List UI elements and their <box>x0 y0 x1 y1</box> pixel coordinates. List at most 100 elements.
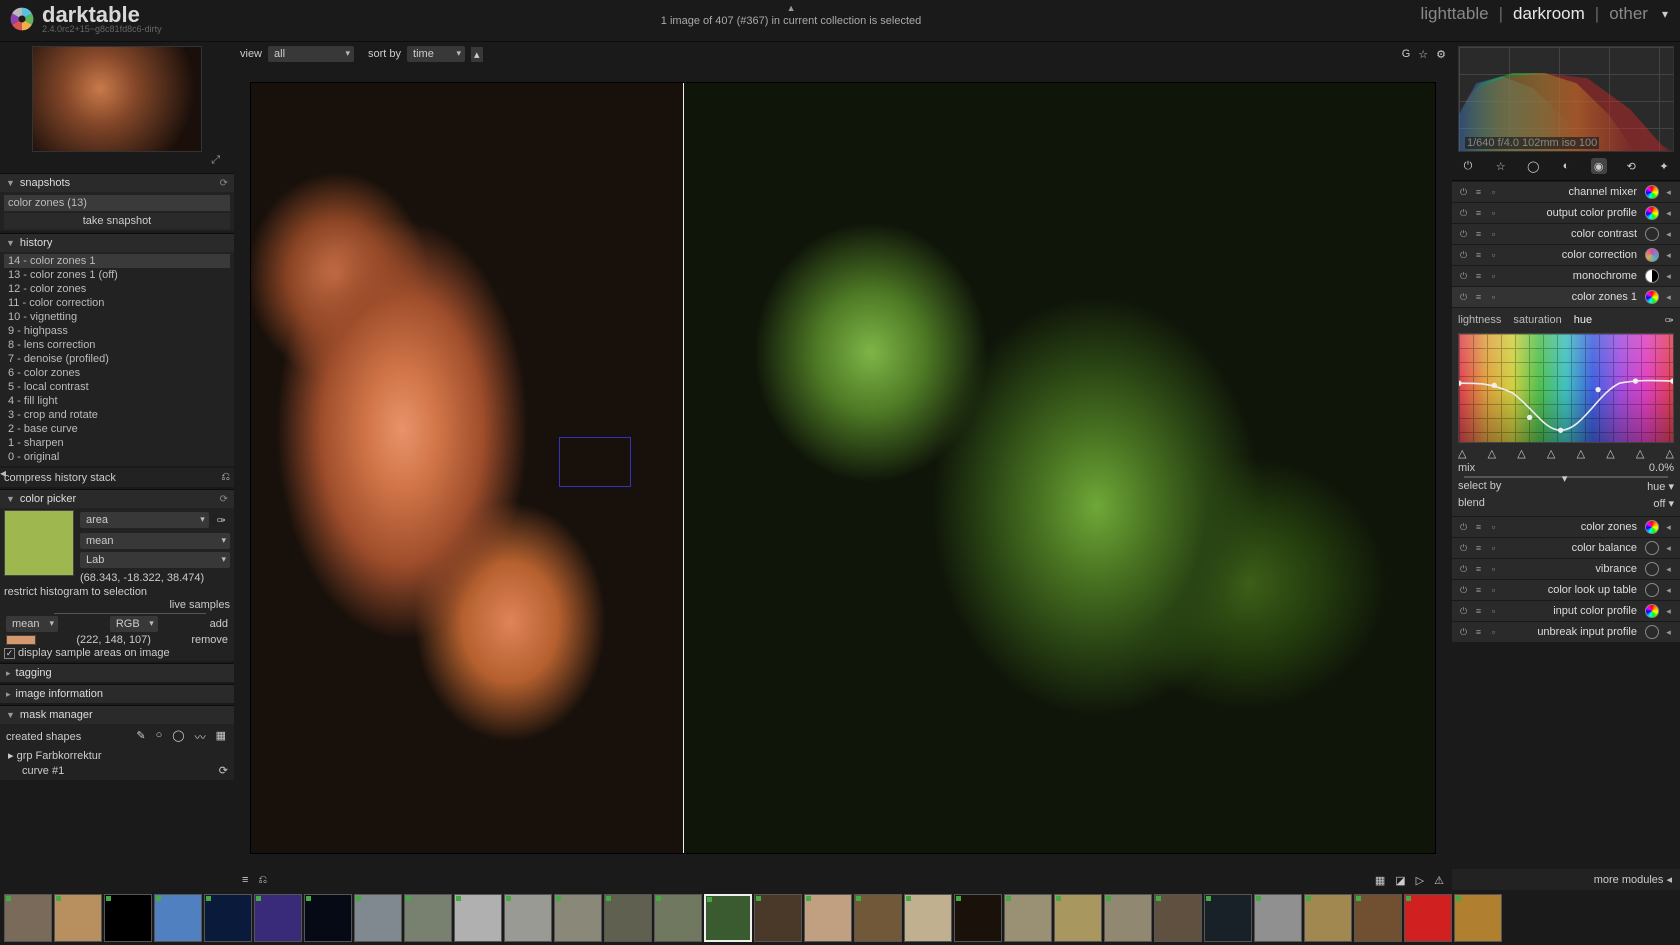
cz-picker-icon[interactable]: ✑ <box>1665 314 1674 327</box>
filmstrip-thumb[interactable] <box>1304 894 1352 942</box>
module-instance-icon[interactable]: ▫ <box>1488 271 1499 282</box>
module-multi-icon[interactable]: ≡ <box>1473 522 1484 533</box>
module-expand-icon[interactable]: ◂ <box>1663 208 1674 219</box>
cz-mix-slider[interactable]: ▾ <box>1464 476 1668 478</box>
history-item[interactable]: 7 - denoise (profiled) <box>4 352 230 366</box>
grouping-icon[interactable]: G <box>1402 48 1411 61</box>
module-color-balance[interactable]: ⏻ ≡ ▫ color balance ◂ <box>1452 538 1680 558</box>
color-assessment-icon[interactable]: ▦ <box>1375 874 1385 887</box>
collapse-top-icon[interactable]: ▲ <box>162 4 1421 12</box>
history-item[interactable]: 13 - color zones 1 (off) <box>4 268 230 282</box>
add-sample-button[interactable]: add <box>210 618 228 630</box>
filmstrip-thumb[interactable] <box>854 894 902 942</box>
tab-darkroom[interactable]: darkroom <box>1513 4 1585 24</box>
module-group-active-icon[interactable]: ⏻ <box>1460 158 1476 174</box>
module-power-icon[interactable]: ⏻ <box>1458 627 1469 638</box>
image-info-header[interactable]: ▸image information <box>0 684 234 703</box>
filmstrip-thumb[interactable] <box>304 894 352 942</box>
filmstrip-thumb[interactable] <box>754 894 802 942</box>
module-power-icon[interactable]: ⏻ <box>1458 187 1469 198</box>
sort-asc-icon[interactable]: ▴ <box>471 47 483 62</box>
raw-overexposed-icon[interactable]: ◪ <box>1395 874 1405 887</box>
module-multi-icon[interactable]: ≡ <box>1473 229 1484 240</box>
filmstrip-thumb[interactable] <box>1454 894 1502 942</box>
module-instance-icon[interactable]: ▫ <box>1488 187 1499 198</box>
module-multi-icon[interactable]: ≡ <box>1473 564 1484 575</box>
module-instance-icon[interactable]: ▫ <box>1488 250 1499 261</box>
module-instance-icon[interactable]: ▫ <box>1488 564 1499 575</box>
module-multi-icon[interactable]: ≡ <box>1473 292 1484 303</box>
filmstrip-thumb[interactable] <box>1204 894 1252 942</box>
module-color-contrast[interactable]: ⏻ ≡ ▫ color contrast ◂ <box>1452 224 1680 244</box>
module-expand-icon[interactable]: ◂ <box>1663 229 1674 240</box>
view-select[interactable]: all <box>268 46 354 62</box>
cz-tab-saturation[interactable]: saturation <box>1513 314 1561 327</box>
ellipse-tool-icon[interactable]: ◯ <box>172 729 184 745</box>
module-power-icon[interactable]: ⏻ <box>1458 229 1469 240</box>
module-instance-icon[interactable]: ▫ <box>1488 292 1499 303</box>
snapshot-split-line[interactable] <box>683 83 684 853</box>
preferences-icon[interactable]: ⚙ <box>1436 48 1446 61</box>
module-expand-icon[interactable]: ◂ <box>1663 627 1674 638</box>
module-multi-icon[interactable]: ≡ <box>1473 208 1484 219</box>
filmstrip-thumb[interactable] <box>454 894 502 942</box>
module-vibrance[interactable]: ⏻ ≡ ▫ vibrance ◂ <box>1452 559 1680 579</box>
module-monochrome[interactable]: ⏻ ≡ ▫ monochrome ◂ <box>1452 266 1680 286</box>
module-input-color-profile[interactable]: ⏻ ≡ ▫ input color profile ◂ <box>1452 601 1680 621</box>
cz-tab-lightness[interactable]: lightness <box>1458 314 1501 327</box>
filmstrip-thumb[interactable] <box>104 894 152 942</box>
module-multi-icon[interactable]: ≡ <box>1473 585 1484 596</box>
filmstrip-thumb[interactable] <box>4 894 52 942</box>
sort-select[interactable]: time <box>407 46 465 62</box>
filmstrip-thumb[interactable] <box>954 894 1002 942</box>
filmstrip-thumb[interactable] <box>804 894 852 942</box>
restrict-histogram-label[interactable]: restrict histogram to selection <box>4 585 230 599</box>
filmstrip-thumb[interactable] <box>1004 894 1052 942</box>
cz-blend-value[interactable]: off ▾ <box>1653 497 1674 510</box>
filmstrip-thumb[interactable] <box>1104 894 1152 942</box>
module-expand-icon[interactable]: ◂ <box>1663 292 1674 303</box>
module-power-icon[interactable]: ⏻ <box>1458 271 1469 282</box>
snapshots-header[interactable]: ▼snapshots⟳ <box>0 173 234 192</box>
filmstrip-thumb[interactable] <box>504 894 552 942</box>
module-group-favorites-icon[interactable]: ☆ <box>1493 158 1509 174</box>
module-group-basic-icon[interactable]: ◯ <box>1525 158 1541 174</box>
tagging-header[interactable]: ▸tagging <box>0 663 234 682</box>
module-power-icon[interactable]: ⏻ <box>1458 606 1469 617</box>
module-multi-icon[interactable]: ≡ <box>1473 187 1484 198</box>
module-color-zones-1[interactable]: ⏻ ≡ ▫ color zones 1 ◂ <box>1452 287 1680 307</box>
history-item[interactable]: 11 - color correction <box>4 296 230 310</box>
module-group-color-icon[interactable]: ◉ <box>1591 158 1607 174</box>
module-output-color-profile[interactable]: ⏻ ≡ ▫ output color profile ◂ <box>1452 203 1680 223</box>
main-image-canvas[interactable] <box>250 82 1436 854</box>
filmstrip-thumb[interactable] <box>1404 894 1452 942</box>
module-power-icon[interactable]: ⏻ <box>1458 564 1469 575</box>
module-expand-icon[interactable]: ◂ <box>1663 187 1674 198</box>
module-power-icon[interactable]: ⏻ <box>1458 522 1469 533</box>
collapse-left-icon[interactable]: ◂ <box>0 466 6 480</box>
mask-manager-header[interactable]: ▼mask manager <box>0 705 234 724</box>
filmstrip-thumb[interactable] <box>204 894 252 942</box>
module-multi-icon[interactable]: ≡ <box>1473 606 1484 617</box>
module-expand-icon[interactable]: ◂ <box>1663 543 1674 554</box>
more-modules-button[interactable]: more modules ◂ <box>1452 869 1680 890</box>
module-multi-icon[interactable]: ≡ <box>1473 543 1484 554</box>
mask-curve-item[interactable]: curve #1 <box>22 765 64 777</box>
module-channel-mixer[interactable]: ⏻ ≡ ▫ channel mixer ◂ <box>1452 182 1680 202</box>
history-item[interactable]: 12 - color zones <box>4 282 230 296</box>
tab-other[interactable]: other <box>1609 4 1648 24</box>
module-group-effect-icon[interactable]: ✦ <box>1656 158 1672 174</box>
module-expand-icon[interactable]: ◂ <box>1663 250 1674 261</box>
module-color-zones[interactable]: ⏻ ≡ ▫ color zones ◂ <box>1452 517 1680 537</box>
module-power-icon[interactable]: ⏻ <box>1458 208 1469 219</box>
module-group-correct-icon[interactable]: ⟲ <box>1623 158 1639 174</box>
history-item[interactable]: 8 - lens correction <box>4 338 230 352</box>
navigator-preview[interactable] <box>32 46 202 152</box>
mask-group-item[interactable]: grp Farbkorrektur <box>17 750 102 762</box>
color-picker-rect[interactable] <box>559 437 631 487</box>
history-item[interactable]: 1 - sharpen <box>4 436 230 450</box>
history-header[interactable]: ▼history <box>0 233 234 252</box>
module-multi-icon[interactable]: ≡ <box>1473 250 1484 261</box>
module-instance-icon[interactable]: ▫ <box>1488 627 1499 638</box>
gradient-tool-icon[interactable]: ▦ <box>216 729 226 745</box>
